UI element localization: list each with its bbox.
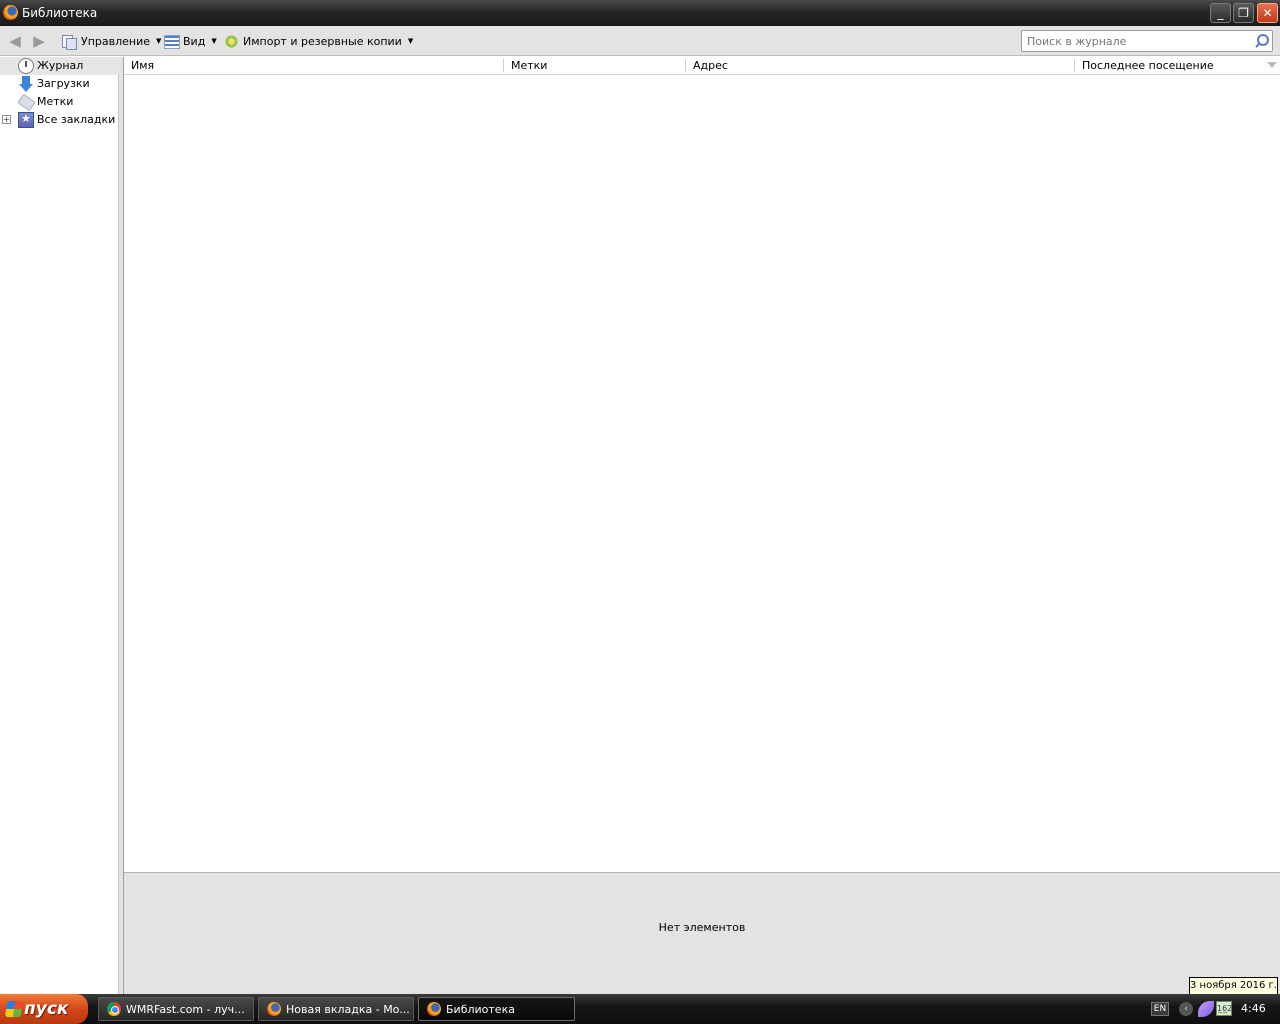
firefox-icon	[267, 1002, 281, 1016]
monitor-tray-icon[interactable]: 1̲6̲2	[1216, 1001, 1232, 1016]
column-last-visited[interactable]: Последнее посещение	[1082, 59, 1214, 72]
organize-icon	[61, 33, 77, 50]
start-button[interactable]: пуск	[0, 994, 88, 1024]
sidebar-item-downloads[interactable]: Загрузки	[0, 75, 119, 93]
import-backup-menu-button[interactable]: Импорт и резервные копии ▼	[223, 32, 413, 50]
close-button[interactable]: ✕	[1257, 3, 1278, 23]
organize-label: Управление	[81, 34, 151, 48]
taskbar: пуск WMRFast.com - луч... Новая вкладка …	[0, 994, 1280, 1024]
window-title: Библиотека	[22, 6, 98, 20]
restore-button[interactable]: ❐	[1233, 3, 1254, 23]
sidebar-item-label: Метки	[37, 95, 74, 108]
column-tags[interactable]: Метки	[511, 59, 547, 72]
column-name[interactable]: Имя	[131, 59, 154, 72]
views-menu-button[interactable]: Вид ▼	[163, 32, 217, 50]
taskbar-item-library[interactable]: Библиотека	[418, 997, 575, 1021]
date-tooltip: 3 ноября 2016 г.	[1189, 977, 1278, 995]
language-indicator[interactable]: EN	[1151, 1002, 1169, 1016]
windows-flag-icon	[4, 1001, 24, 1017]
sidebar-item-history[interactable]: Журнал	[0, 57, 119, 75]
column-separator[interactable]	[503, 59, 504, 72]
sidebar-item-label: Все закладки	[37, 113, 116, 126]
taskbar-item-wmrfast[interactable]: WMRFast.com - луч...	[98, 997, 254, 1021]
sidebar-item-tags[interactable]: Метки	[0, 93, 119, 111]
dropdown-caret-icon: ▼	[211, 37, 217, 45]
expand-toggle-icon[interactable]: +	[2, 115, 11, 124]
system-tray: EN ‹ 1̲6̲2 4:46	[1149, 994, 1280, 1024]
library-toolbar: ◀ ▶ Управление ▼ Вид ▼ Импорт и резервны…	[0, 26, 1280, 56]
dropdown-caret-icon: ▼	[156, 37, 162, 45]
chrome-icon	[107, 1002, 121, 1016]
taskbar-item-new-tab[interactable]: Новая вкладка - Mo...	[258, 997, 414, 1021]
minimize-button[interactable]: _	[1210, 3, 1231, 23]
library-sidebar: Журнал Загрузки Метки + Все закладки	[0, 57, 119, 994]
taskbar-item-label: Новая вкладка - Mo...	[286, 1002, 410, 1016]
window-titlebar: Библиотека _ ❐ ✕	[0, 0, 1280, 26]
import-label: Импорт и резервные копии	[243, 34, 402, 48]
search-icon[interactable]	[1253, 33, 1269, 49]
column-separator[interactable]	[1074, 59, 1075, 72]
column-picker-icon[interactable]	[1267, 62, 1277, 68]
column-address[interactable]: Адрес	[693, 59, 728, 72]
dropdown-caret-icon: ▼	[407, 37, 414, 45]
sidebar-item-label: Загрузки	[37, 77, 90, 90]
list-column-header: Имя Метки Адрес Последнее посещение	[124, 57, 1280, 75]
bookmarks-icon	[18, 112, 34, 128]
views-icon	[163, 33, 180, 49]
taskbar-item-label: Библиотека	[446, 1002, 515, 1016]
sidebar-item-all-bookmarks[interactable]: + Все закладки	[0, 111, 119, 129]
history-list[interactable]	[124, 75, 1280, 872]
details-pane: Нет элементов	[124, 872, 1280, 994]
sidebar-item-label: Журнал	[37, 59, 84, 72]
tray-clock[interactable]: 4:46	[1241, 1002, 1266, 1015]
download-icon	[18, 76, 34, 92]
forward-arrow-icon[interactable]: ▶	[31, 33, 47, 49]
firefox-icon	[427, 1002, 441, 1016]
taskbar-item-label: WMRFast.com - луч...	[126, 1002, 245, 1016]
import-star-icon	[223, 33, 239, 49]
search-input[interactable]	[1022, 31, 1244, 51]
views-label: Вид	[183, 34, 206, 48]
no-items-message: Нет элементов	[658, 921, 746, 934]
firefox-icon	[3, 5, 18, 20]
organize-menu-button[interactable]: Управление ▼	[61, 32, 161, 50]
feather-tray-icon[interactable]	[1198, 1001, 1214, 1017]
tag-icon	[18, 94, 34, 110]
back-arrow-icon[interactable]: ◀	[7, 33, 23, 49]
start-label: пуск	[24, 999, 69, 1019]
history-search-box	[1021, 30, 1273, 52]
clock-icon	[18, 58, 34, 74]
column-separator[interactable]	[685, 59, 686, 72]
tray-expand-icon[interactable]: ‹	[1179, 1002, 1193, 1016]
